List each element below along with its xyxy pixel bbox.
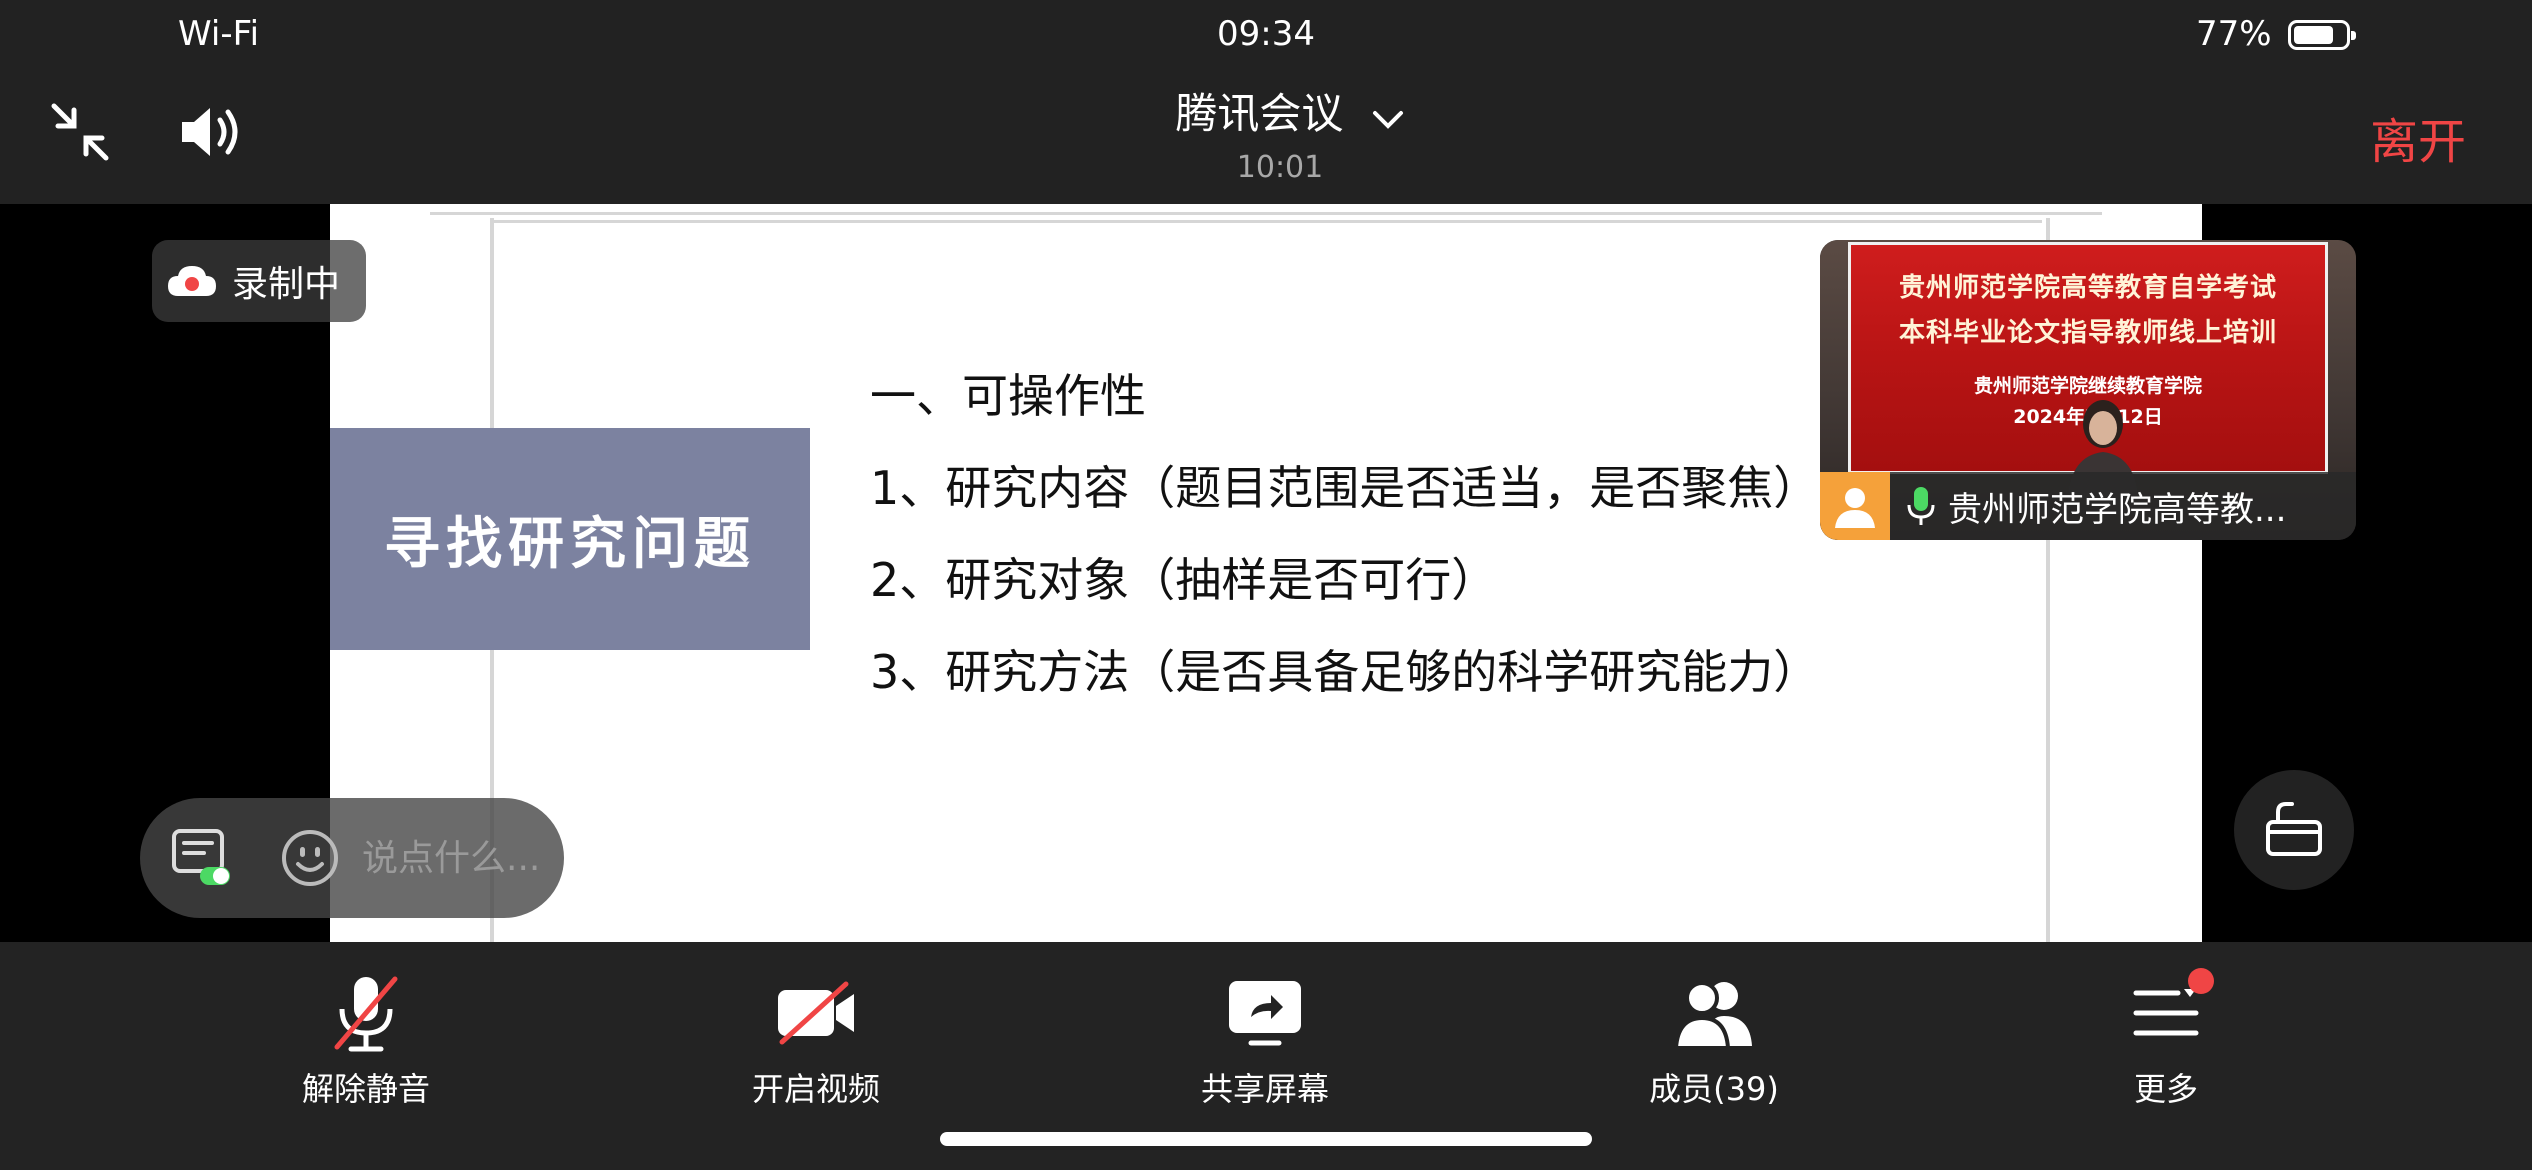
slide-heading: 一、可操作性 [870, 369, 1146, 423]
unmute-button[interactable]: 解除静音 [236, 968, 496, 1110]
rotate-lock-button[interactable] [2234, 770, 2354, 890]
recording-badge[interactable]: 录制中 [152, 240, 366, 322]
participant-name: 贵州师范学院高等教... [1948, 489, 2287, 530]
avatar [1820, 472, 1890, 540]
recording-label: 录制中 [232, 264, 341, 305]
meeting-title[interactable]: 腾讯会议 [1080, 80, 1500, 141]
participant-video-tile[interactable]: 贵州师范学院高等教育自学考试 本科毕业论文指导教师线上培训 贵州师范学院继续教育… [1820, 240, 2356, 540]
start-video-label: 开启视频 [751, 1070, 880, 1108]
more-button[interactable]: 更多 [2036, 968, 2296, 1110]
members-button[interactable]: 成员(39) [1584, 968, 1844, 1110]
leave-button[interactable]: 离开 [2370, 102, 2466, 172]
slide-item: 1、研究内容（题目范围是否适当，是否聚焦） [870, 461, 1820, 515]
participant-caption: 贵州师范学院高等教... [1820, 472, 2356, 540]
slide-top-rule-inner [490, 220, 2042, 223]
members-label: 成员(39) [1649, 1070, 1779, 1108]
video-screen-subtitle: 本科毕业论文指导教师线上培训 [1898, 318, 2277, 348]
video-screen-title: 贵州师范学院高等教育自学考试 [1898, 273, 2277, 303]
chat-bar [140, 798, 564, 918]
more-menu-icon [2036, 968, 2296, 1058]
slide-item: 2、研究对象（抽样是否可行） [870, 553, 1498, 607]
battery-percent: 77% [2196, 14, 2272, 54]
more-label: 更多 [2133, 1070, 2198, 1108]
rotate-lock-icon [2266, 802, 2322, 856]
slide-banner: 寻找研究问题 [330, 428, 810, 650]
meeting-title-text: 腾讯会议 [1175, 89, 1344, 138]
emoji-icon[interactable] [280, 828, 340, 888]
members-icon [1584, 968, 1844, 1058]
home-indicator[interactable] [940, 1132, 1592, 1146]
chat-input[interactable] [360, 836, 564, 880]
chevron-down-icon [1371, 92, 1405, 141]
slide-top-rule [430, 212, 2102, 215]
share-screen-icon [1135, 968, 1395, 1058]
cloud-record-icon [166, 262, 218, 300]
user-icon [1835, 488, 1875, 528]
microphone-muted-icon [236, 968, 496, 1058]
video-off-icon [686, 968, 946, 1058]
microphone-active-icon [1906, 485, 1936, 527]
network-status: Wi-Fi [178, 14, 260, 54]
start-video-button[interactable]: 开启视频 [686, 968, 946, 1110]
slide-item: 3、研究方法（是否具备足够的科学研究能力） [870, 645, 1820, 699]
collapse-icon[interactable] [48, 100, 112, 164]
notification-dot [2188, 968, 2214, 994]
chat-list-icon[interactable] [170, 825, 236, 891]
status-time: 09:34 [1217, 14, 1315, 54]
share-screen-label: 共享屏幕 [1200, 1070, 1329, 1108]
unmute-label: 解除静音 [301, 1070, 430, 1108]
battery-icon [2288, 20, 2356, 50]
share-screen-button[interactable]: 共享屏幕 [1135, 968, 1395, 1110]
meeting-elapsed-time: 10:01 [1236, 150, 1324, 185]
slide-banner-title: 寻找研究问题 [384, 510, 756, 577]
speaker-icon[interactable] [178, 102, 248, 162]
